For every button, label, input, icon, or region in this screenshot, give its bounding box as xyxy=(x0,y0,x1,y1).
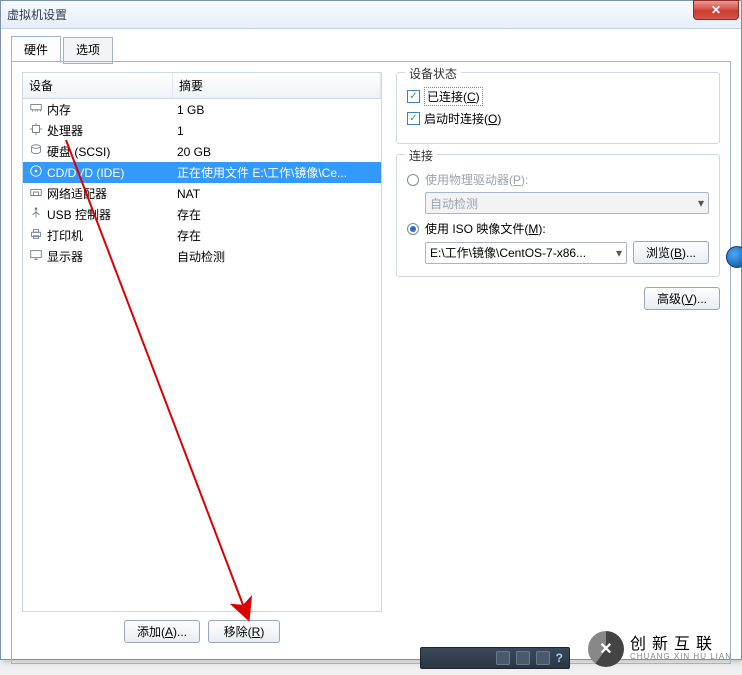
vm-settings-dialog: 虚拟机设置 ✕ 硬件 选项 设备 摘要 内存 1 GB 处理器 1 硬盘 (SCSI) 2… xyxy=(0,0,742,660)
printer-icon xyxy=(29,227,43,244)
col-summary[interactable]: 摘要 xyxy=(173,73,381,98)
advanced-button[interactable]: 高级(V)... xyxy=(644,287,720,310)
table-row[interactable]: 处理器 1 xyxy=(23,120,381,141)
device-name: CD/DVD (IDE) xyxy=(47,166,124,180)
tab-options[interactable]: 选项 xyxy=(63,37,113,64)
device-name: 网络适配器 xyxy=(47,185,107,202)
device-table: 设备 摘要 内存 1 GB 处理器 1 硬盘 (SCSI) 20 GB CD/DVD (ID… xyxy=(22,72,382,612)
connection-group: 连接 使用物理驱动器(P): 自动检测 ▾ xyxy=(396,154,720,277)
device-name: 打印机 xyxy=(47,227,83,244)
status-icon xyxy=(536,651,550,665)
table-row[interactable]: 网络适配器 NAT xyxy=(23,183,381,204)
logo-mark-icon: ✕ xyxy=(588,631,624,667)
device-name: 显示器 xyxy=(47,248,83,265)
table-row[interactable]: USB 控制器 存在 xyxy=(23,204,381,225)
table-row[interactable]: 内存 1 GB xyxy=(23,99,381,120)
physical-drive-combo: 自动检测 ▾ xyxy=(425,192,709,214)
device-summary: 20 GB xyxy=(177,145,377,159)
device-status-group: 设备状态 已连接(C) 启动时连接(O) xyxy=(396,72,720,144)
watermark-logo: ✕ 创新互联 CHUANG XIN HU LIAN xyxy=(588,631,732,667)
group-title-status: 设备状态 xyxy=(405,65,461,82)
device-summary: 存在 xyxy=(177,206,377,223)
device-summary: 1 xyxy=(177,124,377,138)
titlebar[interactable]: 虚拟机设置 ✕ xyxy=(1,1,741,29)
chevron-down-icon: ▾ xyxy=(616,246,622,260)
device-name: USB 控制器 xyxy=(47,206,111,223)
group-title-connection: 连接 xyxy=(405,147,437,164)
tab-strip: 硬件 选项 xyxy=(11,35,731,62)
cpu-icon xyxy=(29,122,43,139)
use-physical-label: 使用物理驱动器(P): xyxy=(425,171,528,188)
vm-status-bar[interactable]: ? xyxy=(420,647,570,669)
status-icon xyxy=(516,651,530,665)
connected-label: 已连接(C) xyxy=(424,87,483,106)
use-iso-radio[interactable] xyxy=(407,223,419,235)
table-row[interactable]: 硬盘 (SCSI) 20 GB xyxy=(23,141,381,162)
hardware-page: 设备 摘要 内存 1 GB 处理器 1 硬盘 (SCSI) 20 GB CD/DVD (ID… xyxy=(11,61,731,664)
connect-at-poweron-label: 启动时连接(O) xyxy=(424,110,501,127)
use-physical-radio[interactable] xyxy=(407,174,419,186)
browse-button[interactable]: 浏览(B)... xyxy=(633,241,709,264)
close-button[interactable]: ✕ xyxy=(693,0,739,20)
device-summary: 正在使用文件 E:\工作\镜像\Ce... xyxy=(177,164,377,181)
device-name: 内存 xyxy=(47,101,71,118)
iso-path-value: E:\工作\镜像\CentOS-7-x86... xyxy=(430,244,586,261)
remove-button[interactable]: 移除(R) xyxy=(208,620,280,643)
use-iso-label: 使用 ISO 映像文件(M): xyxy=(425,220,546,237)
connect-at-poweron-checkbox[interactable] xyxy=(407,112,420,125)
display-icon xyxy=(29,248,43,265)
table-row[interactable]: 打印机 存在 xyxy=(23,225,381,246)
device-summary: 自动检测 xyxy=(177,248,377,265)
usb-icon xyxy=(29,206,43,223)
chevron-down-icon: ▾ xyxy=(698,196,704,210)
add-button[interactable]: 添加(A)... xyxy=(124,620,200,643)
window-title: 虚拟机设置 xyxy=(7,6,67,23)
device-name: 处理器 xyxy=(47,122,83,139)
device-summary: 存在 xyxy=(177,227,377,244)
table-header: 设备 摘要 xyxy=(23,73,381,99)
col-device[interactable]: 设备 xyxy=(23,73,173,98)
side-handle[interactable] xyxy=(726,246,742,268)
nic-icon xyxy=(29,185,43,202)
device-summary: 1 GB xyxy=(177,103,377,117)
device-summary: NAT xyxy=(177,187,377,201)
help-icon: ? xyxy=(556,651,563,665)
close-icon: ✕ xyxy=(711,3,721,17)
connected-checkbox[interactable] xyxy=(407,90,420,103)
status-icon xyxy=(496,651,510,665)
memory-icon xyxy=(29,101,43,118)
tab-hardware[interactable]: 硬件 xyxy=(11,36,61,63)
cd-icon xyxy=(29,164,43,181)
iso-path-combo[interactable]: E:\工作\镜像\CentOS-7-x86... ▾ xyxy=(425,242,627,264)
device-name: 硬盘 (SCSI) xyxy=(47,143,110,160)
table-row[interactable]: CD/DVD (IDE) 正在使用文件 E:\工作\镜像\Ce... xyxy=(23,162,381,183)
table-row[interactable]: 显示器 自动检测 xyxy=(23,246,381,267)
disk-icon xyxy=(29,143,43,160)
